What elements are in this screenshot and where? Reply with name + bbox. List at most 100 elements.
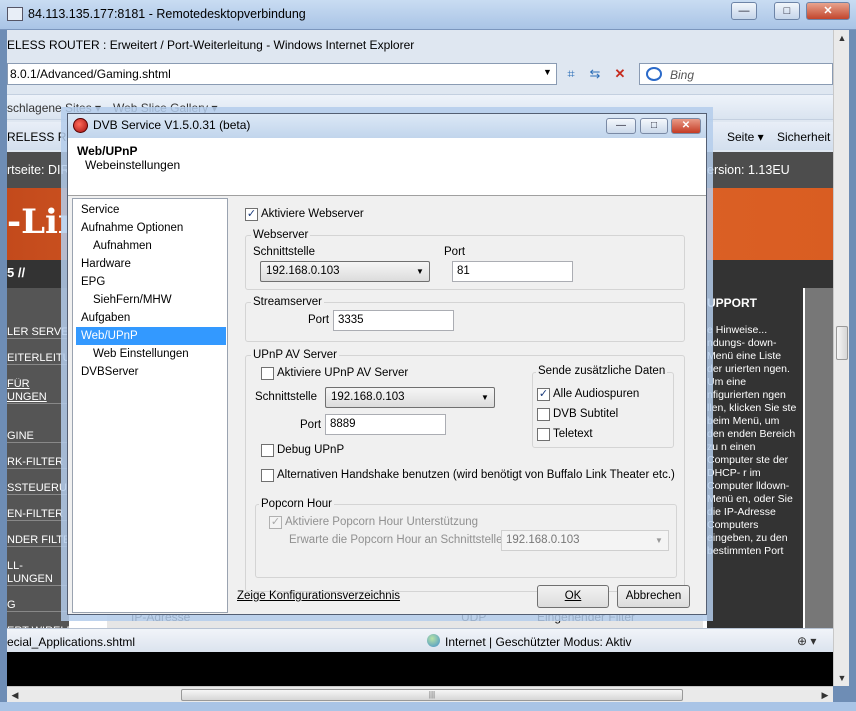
all-audio-label: Alle Audiospuren xyxy=(553,388,640,400)
scroll-up-icon[interactable]: ▲ xyxy=(834,30,850,46)
vertical-scroll-thumb[interactable] xyxy=(836,326,848,360)
rdp-minimize-button[interactable]: — xyxy=(731,2,757,20)
teletext-checkbox[interactable] xyxy=(537,428,550,441)
refresh-icon[interactable]: ⇆ xyxy=(587,66,603,82)
safety-menu-button[interactable]: Sicherheit xyxy=(777,130,830,144)
webserver-port-label: Port xyxy=(444,246,466,258)
webserver-interface-select[interactable]: 192.168.0.103 ▼ xyxy=(260,261,430,282)
activate-upnp-label: Aktiviere UPnP AV Server xyxy=(277,367,409,379)
nav-item[interactable]: LER SERVER xyxy=(7,326,69,339)
page-menu-button[interactable]: Seite ▾ xyxy=(727,130,764,144)
scroll-right-icon[interactable]: ▶ xyxy=(817,687,833,703)
firmware-version: ersion: 1.13EU xyxy=(707,163,790,177)
dialog-title: DVB Service V1.5.0.31 (beta) xyxy=(93,118,251,132)
rdp-maximize-button[interactable]: □ xyxy=(774,2,800,20)
header-subtitle: Webeinstellungen xyxy=(85,158,181,172)
address-bar[interactable]: 8.0.1/Advanced/Gaming.shtml xyxy=(7,63,557,85)
tree-item-tasks[interactable]: Aufgaben xyxy=(79,309,130,327)
tree-item-epg[interactable]: EPG xyxy=(79,273,105,291)
nav-item[interactable]: GINE xyxy=(7,430,69,443)
search-placeholder: Bing xyxy=(670,68,695,82)
compatibility-icon[interactable]: ⌗ xyxy=(563,66,579,82)
tree-item-dvbserver[interactable]: DVBServer xyxy=(79,363,139,381)
ie-statusbar: ecial_Applications.shtml Internet | Gesc… xyxy=(7,628,833,652)
support-panel: UPPORT e Hinweise... ndungs- down-Menü e… xyxy=(707,288,803,628)
popcorn-interface-value: 192.168.0.103 xyxy=(506,534,580,546)
nav-item[interactable]: FÜR xyxy=(7,378,69,390)
search-box[interactable]: Bing xyxy=(639,63,833,85)
nav-item[interactable]: EN-FILTER xyxy=(7,508,69,521)
dvb-service-dialog: DVB Service V1.5.0.31 (beta) — □ ✕ Web/U… xyxy=(67,113,707,615)
nav-item[interactable]: G xyxy=(7,599,69,612)
webserver-port-field[interactable]: 81 xyxy=(452,261,573,282)
rdp-horizontal-scrollbar[interactable]: ◀ ||| ▶ xyxy=(7,686,833,702)
cancel-button[interactable]: Abbrechen xyxy=(617,585,690,608)
scroll-down-icon[interactable]: ▼ xyxy=(834,670,850,686)
debug-upnp-checkbox[interactable] xyxy=(261,444,274,457)
header-title: Web/UPnP xyxy=(77,144,138,158)
globe-icon xyxy=(427,634,440,647)
tree-item-service[interactable]: Service xyxy=(79,201,119,219)
ok-button[interactable]: OK xyxy=(537,585,609,608)
settings-tree[interactable]: Service Aufnahme Optionen Aufnahmen Hard… xyxy=(72,198,228,613)
nav-item[interactable]: UNGEN xyxy=(7,391,69,404)
show-config-directory-link[interactable]: Zeige Konfigurationsverzeichnis xyxy=(237,590,400,602)
stream-port-field[interactable]: 3335 xyxy=(333,310,454,331)
upnp-interface-value: 192.168.0.103 xyxy=(331,391,405,403)
tree-item-web-settings[interactable]: Web Einstellungen xyxy=(91,345,189,363)
stop-icon[interactable]: ✕ xyxy=(612,66,628,82)
teletext-label: Teletext xyxy=(553,428,593,440)
status-url: ecial_Applications.shtml xyxy=(7,635,136,649)
address-dropdown-icon[interactable]: ▼ xyxy=(543,67,552,77)
dvb-app-icon xyxy=(73,118,88,133)
popcorn-activate-checkbox[interactable]: ✓ xyxy=(269,516,282,529)
rdp-titlebar: 84.113.135.177:8181 - Remotedesktopverbi… xyxy=(0,0,856,30)
popcorn-activate-label: Aktiviere Popcorn Hour Unterstützung xyxy=(285,516,479,528)
settings-pane: ✓ Aktiviere Webserver Webserver Schnitts… xyxy=(230,198,704,613)
zoom-control[interactable]: ⊕ ▾ xyxy=(797,634,816,648)
nav-item[interactable]: SSTEUERUN xyxy=(7,482,69,495)
chevron-down-icon: ▼ xyxy=(416,267,424,276)
dialog-header: Web/UPnP Webeinstellungen xyxy=(68,138,706,196)
bing-icon xyxy=(646,67,662,81)
rdp-bottom-border xyxy=(0,702,856,711)
nav-item[interactable]: EITERLEITUN xyxy=(7,352,69,365)
model-label: 5 // xyxy=(7,265,26,280)
scroll-left-icon[interactable]: ◀ xyxy=(7,687,23,703)
ie-window-title: ELESS ROUTER : Erweitert / Port-Weiterle… xyxy=(7,38,415,52)
upnp-group-title: UPnP AV Server xyxy=(251,349,339,361)
upnp-port-field[interactable]: 8889 xyxy=(325,414,446,435)
popcorn-group-title: Popcorn Hour xyxy=(259,498,334,510)
upnp-interface-select[interactable]: 192.168.0.103 ▼ xyxy=(325,387,495,408)
activate-upnp-checkbox[interactable] xyxy=(261,367,274,380)
rdp-vertical-scrollbar[interactable]: ▲ ▼ xyxy=(833,30,849,686)
tree-item-siehfern[interactable]: SiehFern/MHW xyxy=(91,291,172,309)
activate-webserver-checkbox[interactable]: ✓ xyxy=(245,208,258,221)
nav-item[interactable]: LL- xyxy=(7,560,69,572)
dialog-titlebar: DVB Service V1.5.0.31 (beta) — □ ✕ xyxy=(68,114,706,138)
nav-item[interactable]: RK-FILTER xyxy=(7,456,69,469)
horizontal-scroll-thumb[interactable]: ||| xyxy=(181,689,683,701)
extra-data-group-title: Sende zusätzliche Daten xyxy=(536,365,668,377)
dialog-close-button[interactable]: ✕ xyxy=(671,118,701,134)
activate-webserver-label: Aktiviere Webserver xyxy=(261,208,364,220)
support-text: e Hinweise... ndungs- down-Menü eine Lis… xyxy=(707,324,797,557)
popcorn-expect-label: Erwarte die Popcorn Hour an Schnittstell… xyxy=(289,534,503,546)
popcorn-interface-select[interactable]: 192.168.0.103 ▼ xyxy=(501,530,669,551)
alt-handshake-checkbox[interactable] xyxy=(261,469,274,482)
dialog-minimize-button[interactable]: — xyxy=(606,118,636,134)
upnp-port-label: Port xyxy=(300,419,322,431)
tree-item-recordings[interactable]: Aufnahmen xyxy=(91,237,152,255)
nav-item[interactable]: LUNGEN xyxy=(7,573,69,586)
stream-port-label: Port xyxy=(308,314,330,326)
dialog-maximize-button[interactable]: □ xyxy=(640,118,668,134)
dvb-subtitle-checkbox[interactable] xyxy=(537,408,550,421)
tree-item-recording-options[interactable]: Aufnahme Optionen xyxy=(79,219,183,237)
debug-upnp-label: Debug UPnP xyxy=(277,444,345,456)
tree-item-web-upnp[interactable]: Web/UPnP xyxy=(76,327,226,345)
tree-item-hardware[interactable]: Hardware xyxy=(79,255,131,273)
nav-item[interactable]: NDER FILTE xyxy=(7,534,69,547)
webserver-interface-value: 192.168.0.103 xyxy=(266,265,340,277)
rdp-close-button[interactable]: ✕ xyxy=(806,2,850,20)
all-audio-checkbox[interactable]: ✓ xyxy=(537,388,550,401)
